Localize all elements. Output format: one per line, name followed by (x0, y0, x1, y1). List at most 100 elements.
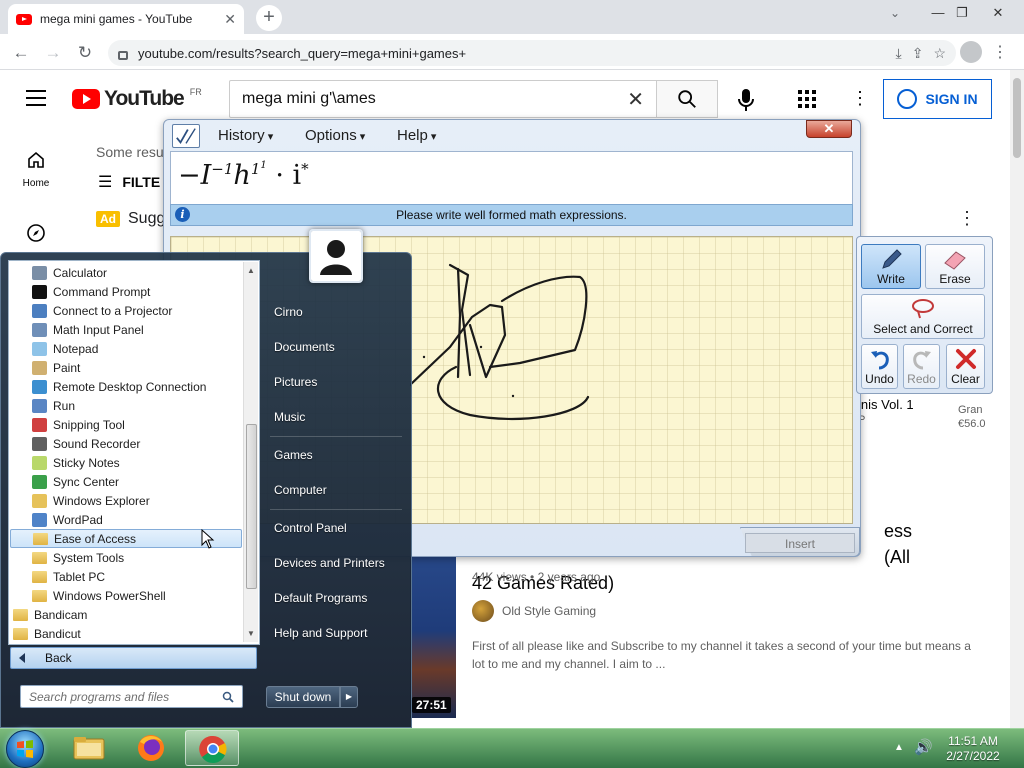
search-button[interactable] (656, 80, 718, 118)
taskbar-firefox-button[interactable] (124, 730, 178, 766)
microphone-icon[interactable] (737, 88, 755, 112)
settings-dots-icon[interactable]: ⋮ (851, 88, 869, 109)
history-menu[interactable]: History (218, 127, 273, 144)
start-right-item[interactable]: Documents (266, 333, 404, 361)
start-right-item[interactable]: Games (266, 441, 404, 469)
clear-button[interactable]: Clear (946, 344, 985, 389)
options-menu[interactable]: Options (305, 127, 365, 144)
ad-row[interactable]: Ad Sugg (96, 210, 165, 228)
math-panel-close-button[interactable]: ✕ (806, 120, 852, 138)
start-right-item[interactable]: Devices and Printers (266, 549, 404, 577)
eraser-icon (944, 251, 966, 270)
back-arrow-icon[interactable]: ← (10, 42, 32, 64)
user-account-picture[interactable] (309, 229, 363, 283)
install-icon[interactable]: ⤓ (896, 45, 902, 62)
browser-tab[interactable]: mega mini games - YouTube ✕ (8, 4, 244, 34)
select-correct-button[interactable]: Select and Correct (861, 294, 985, 339)
share-icon[interactable]: ⇪ (912, 45, 924, 62)
start-right-item[interactable]: Help and Support (266, 619, 404, 647)
program-item[interactable]: Snipping Tool (10, 415, 242, 434)
scroll-down-icon[interactable]: ▼ (247, 629, 255, 638)
insert-button[interactable]: Insert (745, 533, 855, 553)
write-tool-button[interactable]: Write (861, 244, 921, 289)
ad-product-title[interactable]: inis Vol. 1 (858, 397, 914, 412)
reload-icon[interactable]: ↻ (74, 42, 96, 64)
start-right-item[interactable]: Cirno (266, 298, 404, 326)
scroll-up-icon[interactable]: ▲ (247, 266, 255, 275)
program-folder[interactable]: Tablet PC (10, 567, 242, 586)
back-button[interactable]: Back (10, 647, 257, 669)
tab-close-icon[interactable]: ✕ (224, 11, 236, 28)
tab-search-icon[interactable]: ⌄ (890, 6, 900, 20)
shutdown-options-arrow-icon[interactable]: ▶ (340, 686, 358, 708)
video-meta: 44K views • 2 years ago (472, 570, 601, 584)
window-close-button[interactable]: ✕ (986, 4, 1010, 22)
taskbar-clock[interactable]: 11:51 AM 2/27/2022 (936, 734, 1010, 764)
volume-icon[interactable]: 🔊 (914, 738, 933, 756)
start-right-item[interactable]: Default Programs (266, 584, 404, 612)
taskbar-explorer-button[interactable] (62, 730, 116, 766)
redo-button[interactable]: Redo (903, 344, 940, 389)
start-right-item[interactable]: Control Panel (266, 514, 404, 542)
program-folder[interactable]: Windows PowerShell (10, 586, 242, 605)
program-item[interactable]: Remote Desktop Connection (10, 377, 242, 396)
erase-tool-button[interactable]: Erase (925, 244, 985, 289)
restore-button[interactable]: ❐ (950, 4, 974, 22)
program-item[interactable]: Connect to a Projector (10, 301, 242, 320)
program-item[interactable]: WordPad (10, 510, 242, 529)
hamburger-menu-icon[interactable] (26, 90, 46, 106)
programs-scrollbar-thumb[interactable] (246, 424, 257, 589)
youtube-logo[interactable]: YouTube FR (72, 87, 202, 111)
clear-search-icon[interactable]: ✕ (627, 87, 644, 112)
help-menu[interactable]: Help (397, 127, 436, 144)
page-scrollbar-thumb[interactable] (1013, 78, 1021, 158)
program-item[interactable]: Sound Recorder (10, 434, 242, 453)
search-input[interactable]: mega mini g'\ames ✕ (229, 80, 657, 118)
shut-down-button[interactable]: Shut down (266, 686, 340, 708)
address-bar[interactable]: youtube.com/results?search_query=mega+mi… (108, 40, 956, 66)
folder-icon (32, 570, 47, 583)
program-item[interactable]: Calculator (10, 263, 242, 282)
page-scrollbar[interactable] (1010, 70, 1024, 728)
start-search-placeholder: Search programs and files (29, 689, 170, 704)
start-right-item[interactable]: Computer (266, 476, 404, 504)
tray-overflow-icon[interactable]: ▲ (894, 742, 904, 753)
run-icon (32, 398, 47, 413)
sidebar-item-home[interactable]: Home (0, 178, 72, 189)
sign-in-button[interactable]: SIGN IN (883, 79, 992, 119)
program-item[interactable]: Notepad (10, 339, 242, 358)
program-item[interactable]: Command Prompt (10, 282, 242, 301)
apps-grid-icon[interactable] (798, 90, 816, 108)
start-search-input[interactable]: Search programs and files (20, 685, 243, 708)
home-icon[interactable] (26, 150, 46, 170)
forward-arrow-icon[interactable]: → (42, 42, 64, 64)
start-right-item[interactable]: Pictures (266, 368, 404, 396)
profile-avatar-icon[interactable] (960, 41, 982, 63)
taskbar-chrome-button[interactable] (185, 730, 239, 766)
filters-button[interactable]: ☰ FILTE (98, 172, 160, 192)
program-item[interactable]: Math Input Panel (10, 320, 242, 339)
ad-title[interactable]: Sugg (128, 210, 165, 228)
program-item[interactable]: Sync Center (10, 472, 242, 491)
channel-link[interactable]: Old Style Gaming (472, 600, 596, 622)
start-right-item[interactable]: Music (266, 403, 404, 431)
chrome-menu-icon[interactable]: ⋮ (992, 42, 1008, 62)
program-item[interactable]: Sticky Notes (10, 453, 242, 472)
new-tab-button[interactable]: + (256, 5, 282, 31)
program-label: Bandicut (34, 626, 81, 641)
program-item[interactable]: Windows Explorer (10, 491, 242, 510)
explore-compass-icon[interactable] (26, 223, 46, 243)
bookmark-star-icon[interactable]: ☆ (933, 45, 946, 62)
program-folder[interactable]: Bandicam (10, 605, 242, 624)
program-item[interactable]: Run (10, 396, 242, 415)
program-folder[interactable]: System Tools (10, 548, 242, 567)
programs-scrollbar[interactable]: ▲ ▼ (243, 262, 258, 642)
program-item[interactable]: Paint (10, 358, 242, 377)
program-folder[interactable]: Bandicut (10, 624, 242, 643)
projector-icon (32, 303, 47, 318)
info-icon: i (175, 207, 190, 222)
start-button[interactable] (6, 730, 44, 768)
undo-button[interactable]: Undo (861, 344, 898, 389)
ad-more-icon[interactable]: ⋮ (958, 208, 976, 229)
minimize-button[interactable]: — (926, 4, 950, 22)
